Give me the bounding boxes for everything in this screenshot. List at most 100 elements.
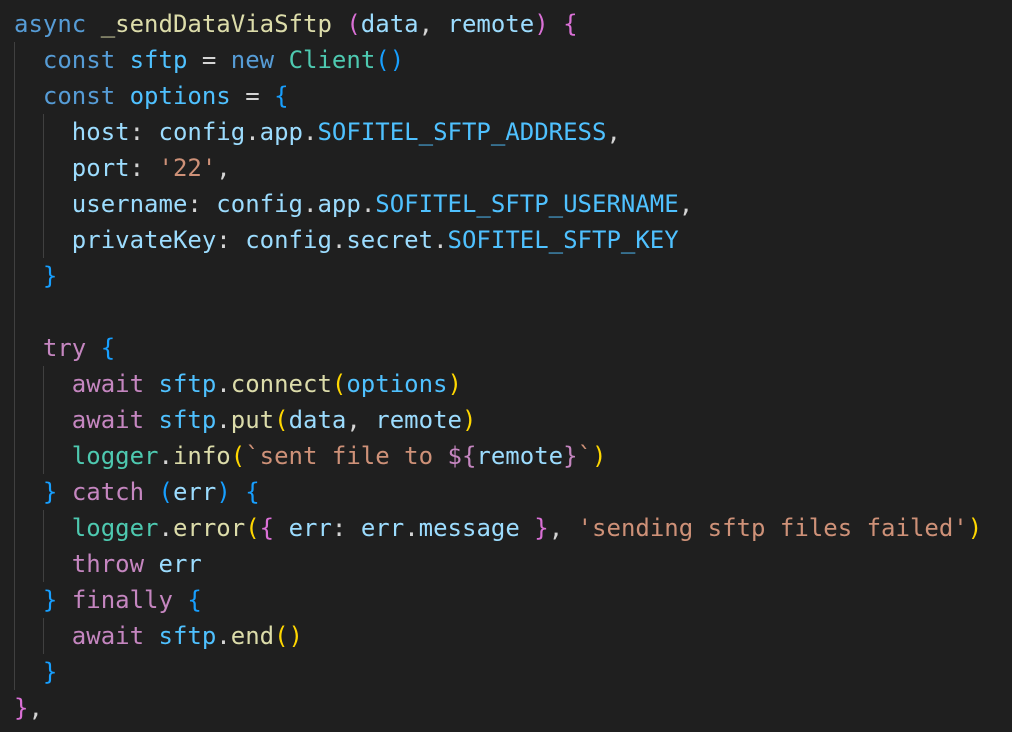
code-token: const [42,46,116,74]
code-token: SOFITEL_SFTP_KEY [447,226,679,254]
code-line: }, [14,690,43,726]
code-token: finally [71,586,173,614]
code-line: port: '22', [14,150,231,186]
code-token: , [28,694,43,722]
code-token: logger [71,442,159,470]
code-token: { [187,586,202,614]
code-token: } [14,694,29,722]
code-token: . [158,442,173,470]
code-token: SOFITEL_SFTP_ADDRESS [317,118,607,146]
code-token: = [187,46,231,74]
code-token: . [360,190,376,218]
code-token: await [71,406,145,434]
code-token: = [230,82,275,110]
code-token: remote [447,10,535,38]
code-line: } catch (err) { [14,474,260,510]
code-token: } [42,658,58,686]
code-token: } [42,586,58,614]
code-token: 'sending sftp files failed' [577,514,968,542]
code-token: ) [447,370,462,398]
code-line: await sftp.put(data, remote) [14,402,477,438]
code-token: . [404,514,419,542]
code-token: err [158,550,202,578]
code-token: ( [331,370,347,398]
code-token: ` [577,442,593,470]
code-token: } [534,514,549,542]
code-token: info [172,442,231,470]
code-token: . [331,226,347,254]
code-token: ) [967,514,983,542]
code-token: config [216,190,303,218]
code-token: remote [375,406,462,434]
code-token: sftp [158,622,217,650]
code-token: config [245,226,332,254]
code-token: secret [346,226,434,254]
code-token: privateKey [71,226,217,254]
code-token: new [230,46,275,74]
code-token: try [42,334,87,362]
code-token: } [42,478,58,506]
code-token: , [678,190,694,218]
code-token: . [245,118,260,146]
code-token: username [71,190,188,218]
code-token: . [303,190,318,218]
code-token: , [418,10,448,38]
code-token: error [172,514,246,542]
code-token: . [216,622,231,650]
code-token: . [216,370,231,398]
code-line: async _sendDataViaSftp (data, remote) { [14,6,578,42]
code-token: app [317,190,361,218]
code-editor[interactable]: async _sendDataViaSftp (data, remote) { … [0,0,1012,732]
code-token: data [360,10,419,38]
code-token: end [230,622,275,650]
code-token: options [129,82,231,110]
code-token: . [303,118,318,146]
code-token: { [563,10,578,38]
code-token: Client [288,46,376,74]
code-token: : [187,190,217,218]
code-token: . [216,406,231,434]
code-token: connect [230,370,332,398]
code-token: host [71,118,130,146]
code-token: ${ [447,442,477,470]
code-token: await [71,622,145,650]
code-token: err [172,478,217,506]
code-token: ( [230,442,246,470]
code-token: const [42,82,116,110]
code-token: { [245,478,260,506]
code-token: } [563,442,578,470]
code-token: { [259,514,275,542]
code-token: logger [71,514,159,542]
code-token: . [158,514,173,542]
code-line: } [14,654,57,690]
code-line: await sftp.connect(options) [14,366,462,402]
code-line: } [14,258,57,294]
code-line: privateKey: config.secret.SOFITEL_SFTP_K… [14,222,679,258]
code-token: remote [476,442,564,470]
code-token: '22' [158,154,217,182]
code-token: { [274,82,289,110]
code-token: ( [158,478,173,506]
code-token: err [360,514,405,542]
